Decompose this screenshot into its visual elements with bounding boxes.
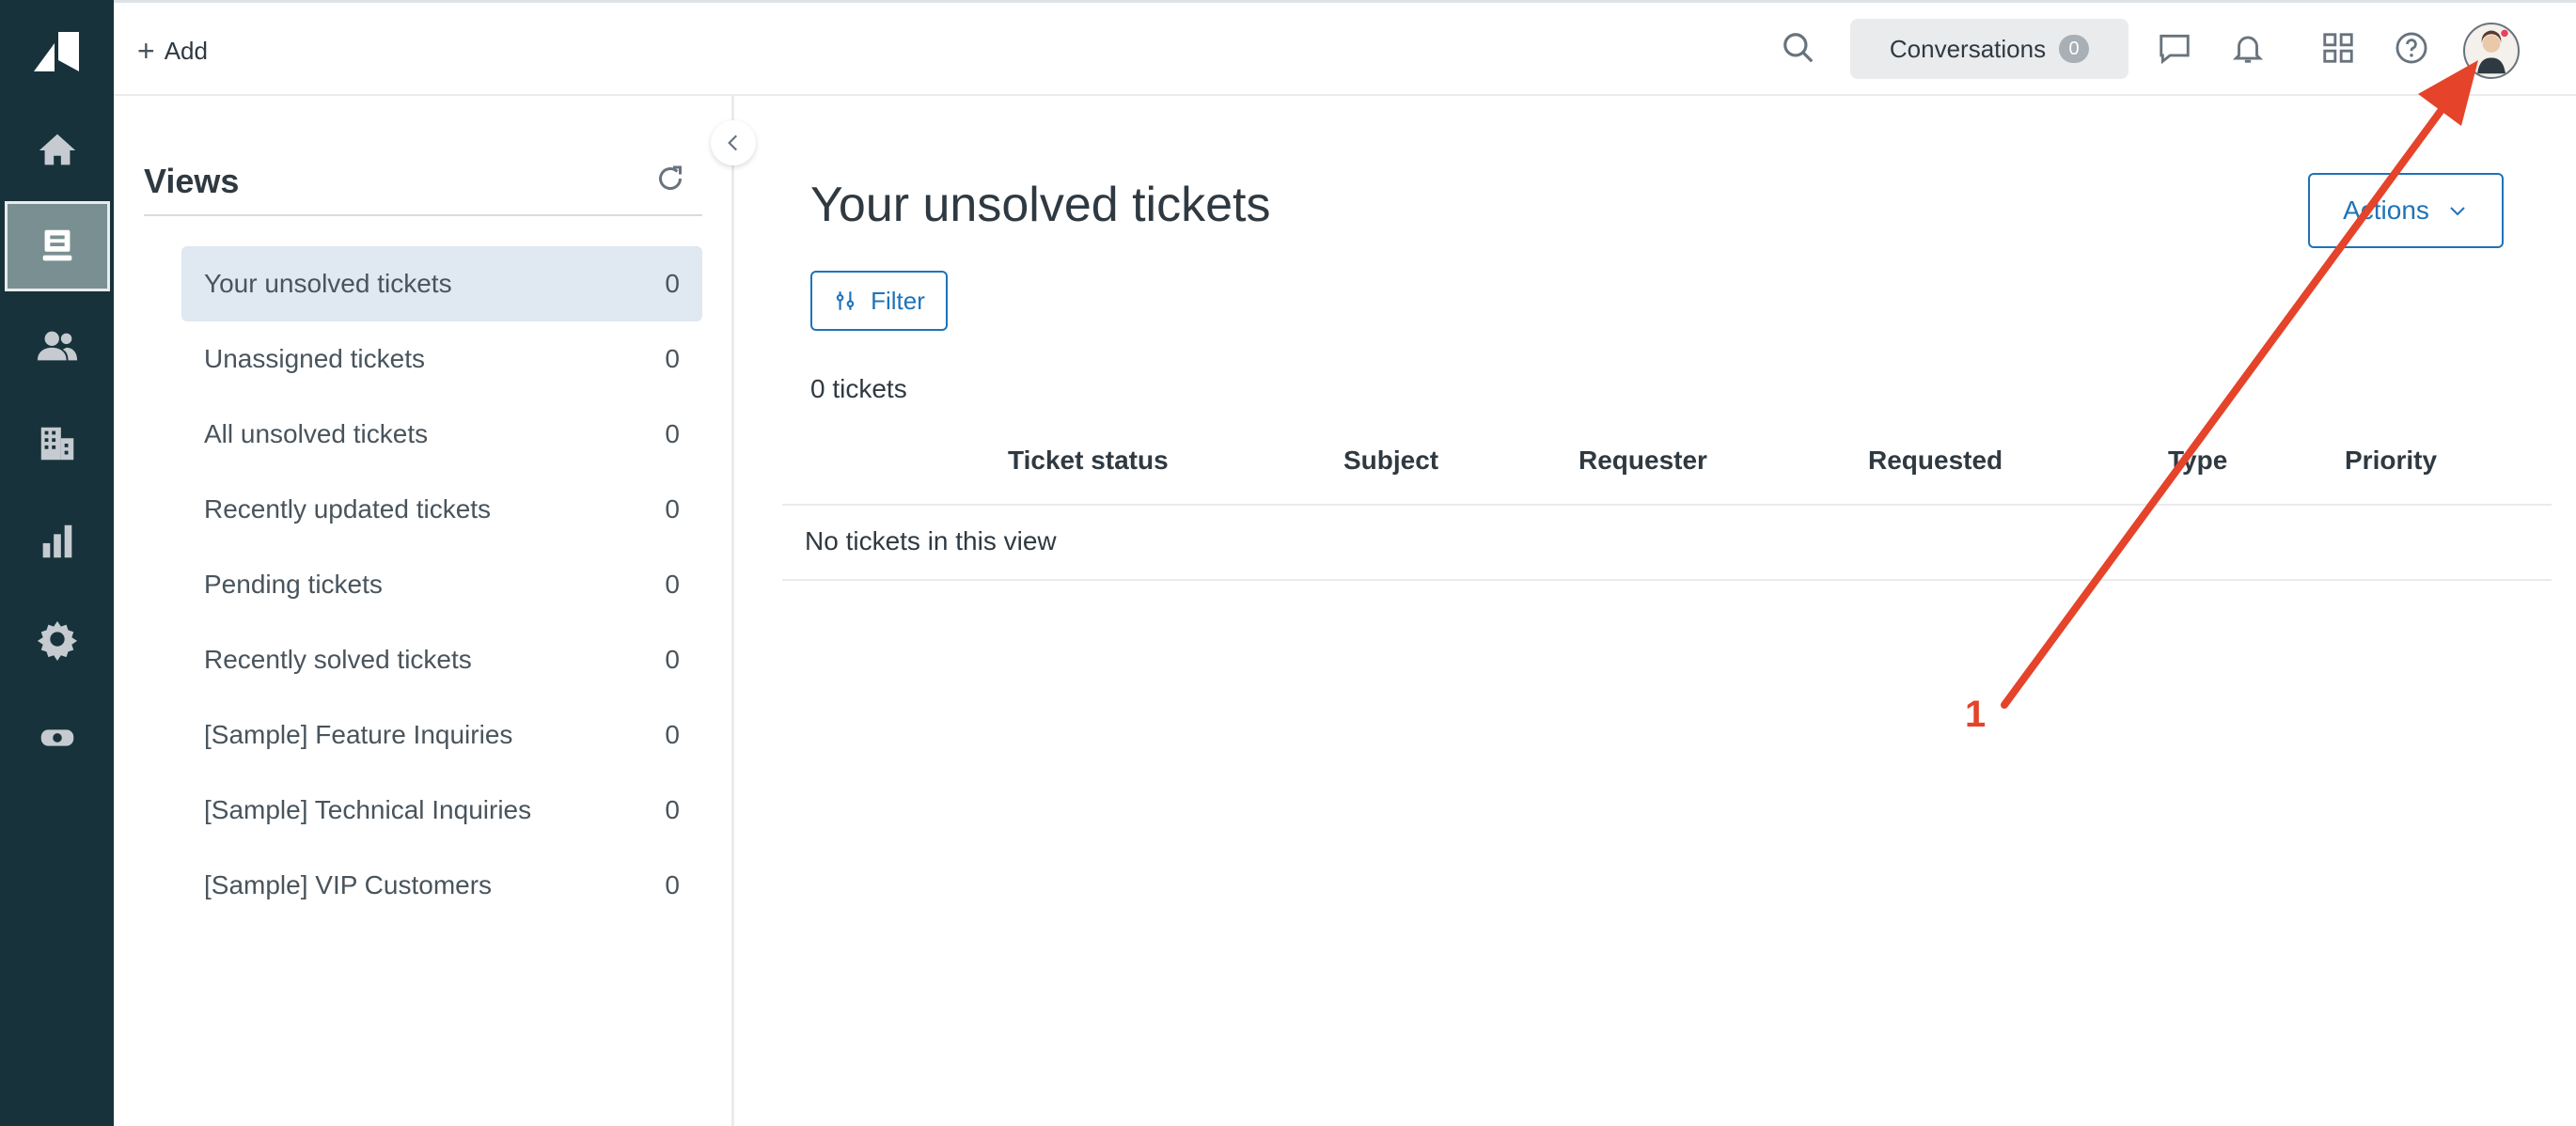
view-count: 0 xyxy=(665,795,680,824)
view-item-sample-technical-inquiries[interactable]: [Sample] Technical Inquiries 0 xyxy=(181,773,702,848)
conversations-count-badge: 0 xyxy=(2059,35,2090,63)
zendesk-logo-icon[interactable] xyxy=(30,28,83,75)
view-label: [Sample] Technical Inquiries xyxy=(204,795,532,824)
column-requester[interactable]: Requester xyxy=(1579,446,1707,476)
views-panel: Views Your unsolved tickets 0 Unassigned… xyxy=(114,96,734,1126)
view-item-all-unsolved-tickets[interactable]: All unsolved tickets 0 xyxy=(181,397,702,472)
view-label: Unassigned tickets xyxy=(204,344,426,373)
view-label: Recently updated tickets xyxy=(204,494,492,524)
notifications-bell-icon[interactable] xyxy=(2226,26,2270,70)
view-count: 0 xyxy=(665,269,680,298)
column-requested[interactable]: Requested xyxy=(1868,446,2003,476)
nav-reporting[interactable] xyxy=(0,494,114,588)
column-type[interactable]: Type xyxy=(2168,446,2227,476)
reporting-icon xyxy=(42,524,71,558)
actions-button[interactable]: Actions xyxy=(2308,173,2504,248)
nav-apps[interactable] xyxy=(0,690,114,784)
conversations-label: Conversations xyxy=(1889,34,2047,63)
view-count: 0 xyxy=(665,344,680,373)
home-icon xyxy=(39,133,75,165)
product-tray-icon[interactable] xyxy=(2317,26,2360,70)
search-icon[interactable] xyxy=(1777,26,1820,70)
page-title: Your unsolved tickets xyxy=(810,178,1271,232)
view-count: 0 xyxy=(665,720,680,749)
view-item-sample-vip-customers[interactable]: [Sample] VIP Customers 0 xyxy=(181,848,702,923)
table-header: Ticket status Subject Requester Requeste… xyxy=(782,423,2552,506)
chevron-left-icon xyxy=(728,134,738,151)
view-label: Recently solved tickets xyxy=(204,645,472,674)
plus-icon: + xyxy=(137,34,155,68)
actions-label: Actions xyxy=(2343,195,2429,225)
admin-icon xyxy=(37,620,77,661)
view-item-recently-updated-tickets[interactable]: Recently updated tickets 0 xyxy=(181,472,702,547)
left-navigation xyxy=(0,0,114,1126)
view-count: 0 xyxy=(665,570,680,599)
view-label: [Sample] VIP Customers xyxy=(204,870,493,899)
apps-icon xyxy=(40,729,73,746)
filter-label: Filter xyxy=(871,286,925,315)
view-item-recently-solved-tickets[interactable]: Recently solved tickets 0 xyxy=(181,622,702,697)
filter-sliders-icon xyxy=(836,291,855,310)
user-avatar[interactable] xyxy=(2463,23,2520,79)
user-avatar-icon xyxy=(2477,29,2508,74)
view-item-your-unsolved-tickets[interactable]: Your unsolved tickets 0 xyxy=(181,246,702,321)
view-label: All unsolved tickets xyxy=(204,419,429,448)
chat-icon[interactable] xyxy=(2153,26,2196,70)
view-item-sample-feature-inquiries[interactable]: [Sample] Feature Inquiries 0 xyxy=(181,697,702,773)
customers-icon xyxy=(37,331,77,361)
view-count: 0 xyxy=(665,494,680,524)
annotation-label: 1 xyxy=(1965,694,1987,735)
view-item-unassigned-tickets[interactable]: Unassigned tickets 0 xyxy=(181,321,702,397)
nav-tickets[interactable] xyxy=(0,199,114,293)
nav-organizations[interactable] xyxy=(0,397,114,491)
view-label: Pending tickets xyxy=(204,570,383,599)
column-priority[interactable]: Priority xyxy=(2345,446,2437,476)
view-count: 0 xyxy=(665,870,680,899)
view-count: 0 xyxy=(665,645,680,674)
views-divider xyxy=(144,214,702,216)
views-title: Views xyxy=(144,162,240,200)
organizations-icon xyxy=(40,427,73,461)
empty-table-row: No tickets in this view xyxy=(782,504,2552,581)
tickets-icon xyxy=(42,229,71,261)
conversations-button[interactable]: Conversations 0 xyxy=(1850,19,2128,79)
column-ticket-status[interactable]: Ticket status xyxy=(1008,446,1169,476)
refresh-icon[interactable] xyxy=(653,162,687,195)
nav-home[interactable] xyxy=(0,103,114,197)
help-icon[interactable] xyxy=(2390,26,2433,70)
nav-customers[interactable] xyxy=(0,299,114,393)
column-subject[interactable]: Subject xyxy=(1343,446,1438,476)
filter-button[interactable]: Filter xyxy=(810,271,948,331)
ticket-count: 0 tickets xyxy=(810,374,907,403)
collapse-views-button[interactable] xyxy=(711,120,756,165)
top-bar xyxy=(114,0,2576,96)
add-button[interactable]: + Add xyxy=(137,32,208,70)
view-label: Your unsolved tickets xyxy=(204,269,452,298)
view-item-pending-tickets[interactable]: Pending tickets 0 xyxy=(181,547,702,622)
empty-message: No tickets in this view xyxy=(805,526,1057,555)
view-count: 0 xyxy=(665,419,680,448)
chevron-down-icon xyxy=(2450,207,2465,216)
nav-admin[interactable] xyxy=(0,592,114,686)
view-label: [Sample] Feature Inquiries xyxy=(204,720,513,749)
add-label: Add xyxy=(164,36,208,65)
